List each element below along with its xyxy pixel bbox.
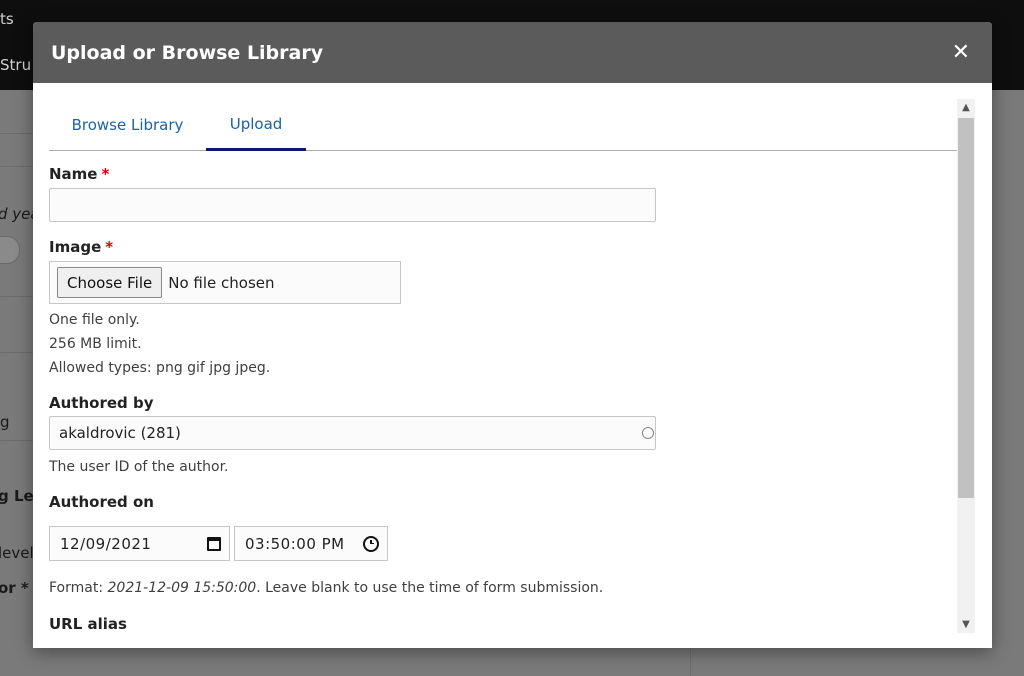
url-alias-label: URL alias — [49, 615, 127, 633]
image-file-input: Choose File No file chosen — [49, 261, 401, 304]
format-prefix: Format: — [49, 580, 108, 596]
name-label-text: Name — [49, 165, 98, 183]
background-text: Stru — [0, 56, 32, 74]
required-marker: * — [101, 165, 110, 183]
background-text: g — [0, 413, 10, 431]
authored-by-input[interactable] — [49, 416, 656, 450]
name-input[interactable] — [49, 188, 656, 222]
calendar-icon[interactable] — [207, 536, 221, 551]
name-label: Name * — [49, 165, 109, 183]
dialog-title: Upload or Browse Library — [51, 41, 324, 64]
tab-browse-library[interactable]: Browse Library — [49, 99, 206, 150]
tab-upload[interactable]: Upload — [206, 99, 306, 151]
background-divider — [0, 166, 33, 167]
image-help-text: Allowed types: png gif jpg jpeg. — [49, 360, 271, 376]
background-text: or * — [0, 579, 29, 597]
image-label-text: Image — [49, 238, 102, 256]
scroll-down-icon[interactable]: ▼ — [957, 616, 975, 633]
scroll-thumb[interactable] — [958, 118, 974, 498]
autocomplete-icon — [642, 427, 654, 439]
authored-on-help-text: Format: 2021-12-09 15:50:00. Leave blank… — [49, 580, 603, 596]
authored-on-label: Authored on — [49, 493, 154, 511]
background-divider — [0, 133, 33, 134]
time-input[interactable]: 03:50:00 PM — [234, 526, 388, 561]
background-divider — [690, 648, 691, 676]
authored-by-field — [49, 416, 656, 451]
background-divider — [0, 440, 33, 441]
dialog-header: Upload or Browse Library ✕ — [33, 22, 992, 83]
background-text: ts — [0, 10, 14, 28]
choose-file-button[interactable]: Choose File — [57, 267, 163, 298]
dialog-body: Browse Library Upload Name * Image * Choos… — [33, 83, 992, 648]
authored-by-label: Authored by — [49, 394, 154, 412]
file-status-text: No file chosen — [168, 273, 275, 292]
dialog-scrollbar[interactable]: ▲ ▼ — [957, 99, 975, 633]
date-value: 12/09/2021 — [60, 534, 152, 553]
clock-icon[interactable] — [363, 535, 379, 552]
background-text: level — [0, 544, 34, 562]
format-suffix: . Leave blank to use the time of form su… — [256, 580, 604, 596]
image-help-text: 256 MB limit. — [49, 336, 142, 352]
time-value: 03:50:00 PM — [245, 534, 345, 553]
date-input[interactable]: 12/09/2021 — [49, 526, 230, 561]
close-icon[interactable]: ✕ — [952, 41, 970, 64]
image-help-text: One file only. — [49, 312, 140, 328]
image-label: Image * — [49, 238, 113, 256]
format-example: 2021-12-09 15:50:00 — [107, 580, 257, 596]
required-marker: * — [105, 238, 114, 256]
tab-bar: Browse Library Upload — [49, 99, 957, 151]
authored-by-help-text: The user ID of the author. — [49, 459, 229, 475]
background-divider — [0, 296, 33, 297]
upload-browse-dialog: Upload or Browse Library ✕ Browse Librar… — [33, 22, 992, 648]
background-divider — [0, 352, 33, 353]
scroll-up-icon[interactable]: ▲ — [957, 99, 975, 116]
